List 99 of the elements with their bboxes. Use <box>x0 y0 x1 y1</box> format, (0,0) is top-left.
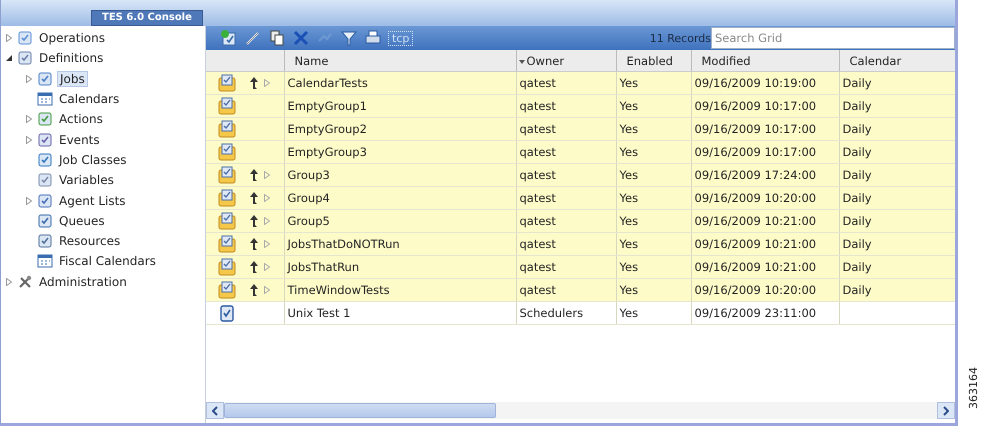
horizontal-scrollbar[interactable] <box>206 402 955 419</box>
expand-icon[interactable] <box>263 217 271 226</box>
table-cell: 09/16/2009 10:21:00 <box>694 214 816 228</box>
table-cell: Daily <box>842 191 872 205</box>
column-header[interactable]: Name <box>284 50 516 72</box>
console-tab[interactable]: TES 6.0 Console <box>91 10 203 26</box>
tree-item[interactable]: Variables <box>57 173 116 188</box>
table-cell: Yes <box>620 168 638 182</box>
table-cell: CalendarTests <box>288 76 368 90</box>
figure-number: 363164 <box>967 367 981 409</box>
table-cell: Daily <box>842 260 872 274</box>
table-cell: Yes <box>620 99 638 113</box>
add-icon[interactable] <box>220 29 238 47</box>
table-cell: qatest <box>520 214 556 228</box>
scroll-right-button[interactable] <box>937 402 955 419</box>
column-header[interactable]: Modified <box>691 50 839 72</box>
tree-item[interactable]: Jobs <box>57 70 88 87</box>
tree-item[interactable]: Resources <box>57 234 122 248</box>
table-cell: Yes <box>620 260 638 274</box>
table-cell: 09/16/2009 10:21:00 <box>694 237 816 251</box>
sort-icon <box>518 60 524 64</box>
table-cell: Schedulers <box>520 306 584 320</box>
table-cell: Yes <box>620 145 638 159</box>
tree-item[interactable]: Calendars <box>57 92 122 106</box>
table-cell: TimeWindowTests <box>288 283 390 297</box>
expand-icon[interactable] <box>25 196 33 205</box>
table-cell: qatest <box>520 260 556 274</box>
table-cell: Unix Test 1 <box>288 306 350 320</box>
table-cell: Yes <box>620 76 638 90</box>
table-cell: Daily <box>842 99 872 113</box>
table-cell: Yes <box>620 306 638 320</box>
table-cell: Group5 <box>288 214 330 228</box>
column-header[interactable]: Enabled <box>616 50 691 72</box>
table-cell: JobsThatDoNOTRun <box>288 237 400 251</box>
table-cell: EmptyGroup3 <box>288 145 367 159</box>
tree-item[interactable]: Events <box>57 132 102 147</box>
collapse-icon[interactable] <box>5 54 13 62</box>
expand-icon[interactable] <box>263 79 271 88</box>
expand-icon[interactable] <box>25 136 33 144</box>
record-count: 11 Records <box>650 32 711 44</box>
tree-item[interactable]: Administration <box>37 274 129 289</box>
expand-icon[interactable] <box>263 194 271 202</box>
table-cell: EmptyGroup1 <box>288 99 367 113</box>
table-cell: Yes <box>620 122 638 136</box>
filter-icon[interactable] <box>340 29 358 47</box>
table-cell: 09/16/2009 17:24:00 <box>694 168 816 182</box>
expand-icon[interactable] <box>5 34 13 42</box>
tree-item[interactable]: Queues <box>57 214 107 228</box>
table-cell: qatest <box>520 237 556 251</box>
table-cell: qatest <box>520 145 556 159</box>
table-cell: JobsThatRun <box>288 260 360 274</box>
table-cell: 09/16/2009 10:19:00 <box>694 76 816 90</box>
table-cell: Group3 <box>288 168 330 182</box>
delete-icon[interactable] <box>292 29 310 47</box>
expand-icon[interactable] <box>25 115 33 124</box>
expand-icon[interactable] <box>263 263 271 272</box>
tree-item[interactable]: Agent Lists <box>57 194 128 208</box>
copy-icon[interactable] <box>268 29 286 47</box>
expand-icon[interactable] <box>25 74 33 83</box>
expand-icon[interactable] <box>263 171 271 180</box>
table-cell: 09/16/2009 10:17:00 <box>694 122 816 136</box>
table-cell: Daily <box>842 122 872 136</box>
table-cell: qatest <box>520 191 556 205</box>
tree-item[interactable]: Operations <box>37 31 107 46</box>
table-cell: 09/16/2009 10:17:00 <box>694 99 816 113</box>
table-cell: qatest <box>520 168 556 182</box>
search-field[interactable]: Search Grid <box>711 27 955 49</box>
expand-icon[interactable] <box>263 286 271 294</box>
table-cell: Daily <box>842 76 872 90</box>
table-cell: 09/16/2009 23:11:00 <box>694 306 816 320</box>
scroll-left-button[interactable] <box>206 402 224 419</box>
table-cell: Daily <box>842 214 872 228</box>
expand-icon[interactable] <box>5 278 13 286</box>
table-cell: qatest <box>520 283 556 297</box>
table-cell: Yes <box>620 283 638 297</box>
table-cell: qatest <box>520 122 556 136</box>
table-cell: Daily <box>842 237 872 251</box>
scrollbar-thumb[interactable] <box>224 403 496 418</box>
table-cell: Daily <box>842 145 872 159</box>
table-cell: qatest <box>520 99 556 113</box>
table-cell: 09/16/2009 10:20:00 <box>694 191 816 205</box>
tree-item[interactable]: Definitions <box>37 51 106 66</box>
table-cell: Yes <box>620 237 638 251</box>
column-header[interactable]: Owner <box>516 50 616 72</box>
table-cell: 09/16/2009 10:17:00 <box>694 145 816 159</box>
column-header[interactable]: Calendar <box>839 50 955 72</box>
tree-item[interactable]: Job Classes <box>57 152 129 167</box>
table-cell: EmptyGroup2 <box>288 122 367 136</box>
table-cell: Daily <box>842 168 872 182</box>
table-cell: Group4 <box>288 191 330 205</box>
table-cell: 09/16/2009 10:21:00 <box>694 260 816 274</box>
tree-item[interactable]: Fiscal Calendars <box>57 254 158 268</box>
table-cell: qatest <box>520 76 556 90</box>
table-cell: Yes <box>620 214 638 228</box>
expand-icon[interactable] <box>263 240 271 248</box>
table-cell: Yes <box>620 191 638 205</box>
table-cell: 09/16/2009 10:20:00 <box>694 283 816 297</box>
table-cell: Daily <box>842 283 872 297</box>
tree-item[interactable]: Actions <box>57 112 105 126</box>
